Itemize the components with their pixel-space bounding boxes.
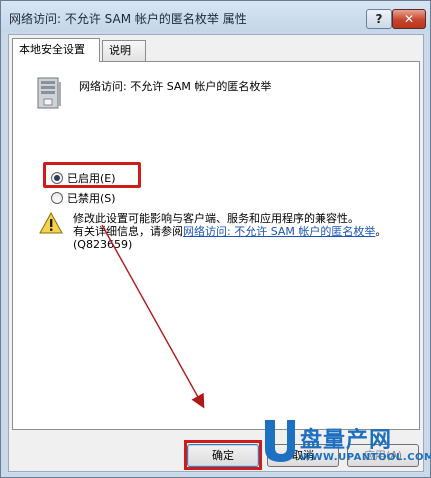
ok-button[interactable]: 确定 — [187, 444, 259, 467]
title-bar[interactable]: 网络访问: 不允许 SAM 帐户的匿名枚举 属性 ? ✕ — [1, 1, 430, 32]
tab-local-security-setting[interactable]: 本地安全设置 — [12, 38, 100, 62]
radio-disabled[interactable]: 已禁用(S) — [51, 190, 116, 206]
radio-enabled-label[interactable]: 已启用(E) — [67, 170, 116, 186]
tab-panel: 网络访问: 不允许 SAM 帐户的匿名枚举 已启用(E) 已禁用(S) 修改此设… — [12, 61, 420, 430]
tab-explain[interactable]: 说明 — [102, 40, 146, 61]
warning-icon — [39, 212, 63, 234]
dialog-client-area: 本地安全设置 说明 网络访问: 不允许 SAM 帐户的匿名枚举 已启用(E) 已… — [8, 34, 424, 472]
policy-help-link[interactable]: 网络访问: 不允许 SAM 帐户的匿名枚举 — [183, 225, 375, 238]
watermark-logo-icon — [265, 420, 295, 462]
warning-line-1: 修改此设置可能影响与客户端、服务和应用程序的兼容性。 — [73, 212, 359, 225]
radio-enabled-indicator[interactable] — [51, 172, 63, 184]
radio-disabled-indicator[interactable] — [51, 192, 63, 204]
radio-enabled[interactable]: 已启用(E) — [51, 170, 116, 186]
policy-title: 网络访问: 不允许 SAM 帐户的匿名枚举 — [79, 80, 272, 93]
properties-dialog: 网络访问: 不允许 SAM 帐户的匿名枚举 属性 ? ✕ 本地安全设置 说明 网… — [0, 0, 431, 478]
radio-disabled-label[interactable]: 已禁用(S) — [67, 190, 116, 206]
compatibility-warning: 修改此设置可能影响与客户端、服务和应用程序的兼容性。 有关详细信息，请参阅网络访… — [73, 212, 403, 251]
warning-line-2-prefix: 有关详细信息，请参阅 — [73, 225, 183, 238]
window-title: 网络访问: 不允许 SAM 帐户的匿名枚举 属性 — [9, 12, 247, 26]
server-policy-icon — [37, 77, 61, 109]
watermark-url: WWW.UPANTOOL.COM — [300, 452, 431, 463]
watermark-brand: 盘量产网 — [300, 428, 393, 453]
help-button[interactable]: ? — [366, 9, 392, 29]
close-button[interactable]: ✕ — [392, 9, 426, 29]
